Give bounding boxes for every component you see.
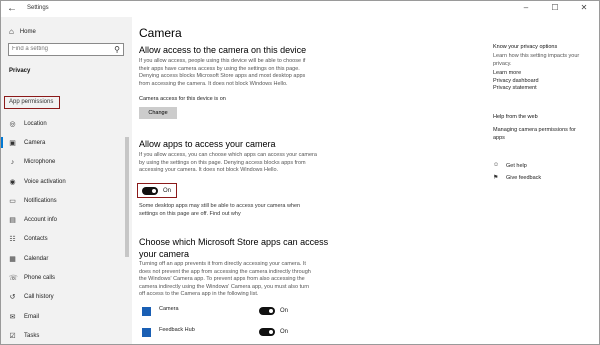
sidebar: ⌂ Home ⚲ Privacy App permissions ◎Locati… [1,17,132,344]
home-icon: ⌂ [9,27,14,36]
sidebar-item-call-history[interactable]: ↺ Call history [1,288,125,307]
app-permissions-highlight [4,96,60,109]
sidebar-item-label: Calendar [24,255,49,262]
sidebar-item-label: Contacts [24,236,48,243]
location-icon: ◎ [9,120,16,128]
privacy-options-heading: Know your privacy options [493,44,558,50]
voice-activation-icon: ◉ [9,178,16,186]
toggle-knob [269,309,273,313]
feedback-hub-app-toggle[interactable] [259,328,275,336]
app-name: Feedback Hub [159,327,195,333]
maximize-button[interactable]: ☐ [546,3,564,12]
sidebar-item-notifications[interactable]: ▭ Notifications [1,191,125,210]
privacy-dashboard-link[interactable]: Privacy dashboard [493,78,597,86]
search-icon[interactable]: ⚲ [114,45,120,54]
back-arrow-icon[interactable]: ← [7,3,17,14]
sidebar-item-label: Location [24,120,47,127]
feedback-hub-app-toggle-label: On [280,329,289,335]
store-section-heading: Choose which Microsoft Store apps can ac… [139,237,329,259]
sidebar-item-account-info[interactable]: ▤ Account info [1,210,125,229]
microphone-icon: ♪ [10,158,15,166]
call-history-icon: ↺ [9,294,16,302]
apps-section-heading: Allow apps to access your camera [139,139,276,149]
sidebar-item-microphone[interactable]: ♪ Microphone [1,153,125,172]
sidebar-item-location[interactable]: ◎ Location [1,114,125,133]
app-name: Camera [159,306,179,312]
apps-section-description: If you allow access, you can choose whic… [139,152,317,173]
sidebar-item-label: Tasks [24,332,40,339]
section-title: Privacy [9,68,31,74]
camera-icon: ▣ [9,139,16,147]
privacy-links: Learn more Privacy dashboard Privacy sta… [493,70,597,93]
sidebar-nav: ◎ Location ▣ Camera ♪ Microphone ◉ Voice activa… [1,114,125,344]
title-bar: ← Settings – ☐ ✕ [1,1,599,17]
device-section-heading: Allow access to the camera on this devic… [139,45,307,55]
calendar-icon: ▦ [9,255,16,263]
tasks-icon: ☑ [9,332,16,340]
phone-calls-icon: ☏ [9,275,18,283]
window-title: Settings [27,5,49,11]
toggle-highlight [137,183,177,198]
sidebar-item-phone-calls[interactable]: ☏ Phone calls [1,268,125,287]
search-box[interactable]: ⚲ [8,43,124,56]
sidebar-home[interactable]: ⌂ Home [9,27,36,36]
sidebar-item-label: Voice activation [24,178,66,185]
device-access-status: Camera access for this device is on [139,96,226,102]
desktop-apps-note: Some desktop apps may still be able to a… [139,203,301,217]
close-button[interactable]: ✕ [575,3,593,12]
search-input[interactable] [12,46,108,52]
sidebar-item-camera[interactable]: ▣ Camera [1,133,125,152]
feedback-hub-app-icon [142,328,151,337]
sidebar-scrollbar[interactable] [125,137,129,257]
managing-camera-permissions-link[interactable]: Managing camera permissions for apps [493,127,597,142]
device-section-description: If you allow access, people using this d… [139,58,306,87]
sidebar-item-label: Call history [24,294,54,301]
home-label: Home [19,28,36,35]
web-help-heading: Help from the web [493,114,538,120]
sidebar-item-label: Account info [24,217,58,224]
settings-window: ← Settings – ☐ ✕ ⌂ Home ⚲ Privacy App pe… [0,0,600,345]
email-icon: ✉ [9,313,16,321]
sidebar-item-label: Email [24,313,40,320]
give-feedback-link[interactable]: Give feedback [506,175,586,183]
learn-more-link[interactable]: Learn more [493,70,597,78]
sidebar-item-voice-activation[interactable]: ◉ Voice activation [1,172,125,191]
privacy-statement-link[interactable]: Privacy statement [493,85,597,93]
contacts-icon: ☷ [9,236,16,244]
account-info-icon: ▤ [9,217,16,225]
camera-app-toggle-label: On [280,308,289,314]
toggle-knob [269,330,273,334]
sidebar-item-contacts[interactable]: ☷ Contacts [1,230,125,249]
sidebar-item-tasks[interactable]: ☑ Tasks [1,326,125,344]
sidebar-item-label: Microphone [24,159,56,166]
get-help-link[interactable]: Get help [506,163,586,171]
camera-app-icon [142,307,151,316]
get-help-icon: ☺ [493,162,500,168]
sidebar-item-calendar[interactable]: ▦ Calendar [1,249,125,268]
sidebar-item-email[interactable]: ✉ Email [1,307,125,326]
sidebar-item-label: Phone calls [24,275,56,282]
sidebar-item-label: Camera [24,139,46,146]
give-feedback-icon: ⚑ [493,175,499,181]
sidebar-item-label: Notifications [24,197,57,204]
notifications-icon: ▭ [9,197,16,205]
page-title: Camera [139,26,182,40]
change-button[interactable]: Change [139,107,177,119]
store-section-description: Turning off an app prevents it from dire… [139,261,311,297]
minimize-button[interactable]: – [517,3,535,12]
privacy-options-description: Learn how this setting impacts your priv… [493,53,580,67]
camera-app-toggle[interactable] [259,307,275,315]
